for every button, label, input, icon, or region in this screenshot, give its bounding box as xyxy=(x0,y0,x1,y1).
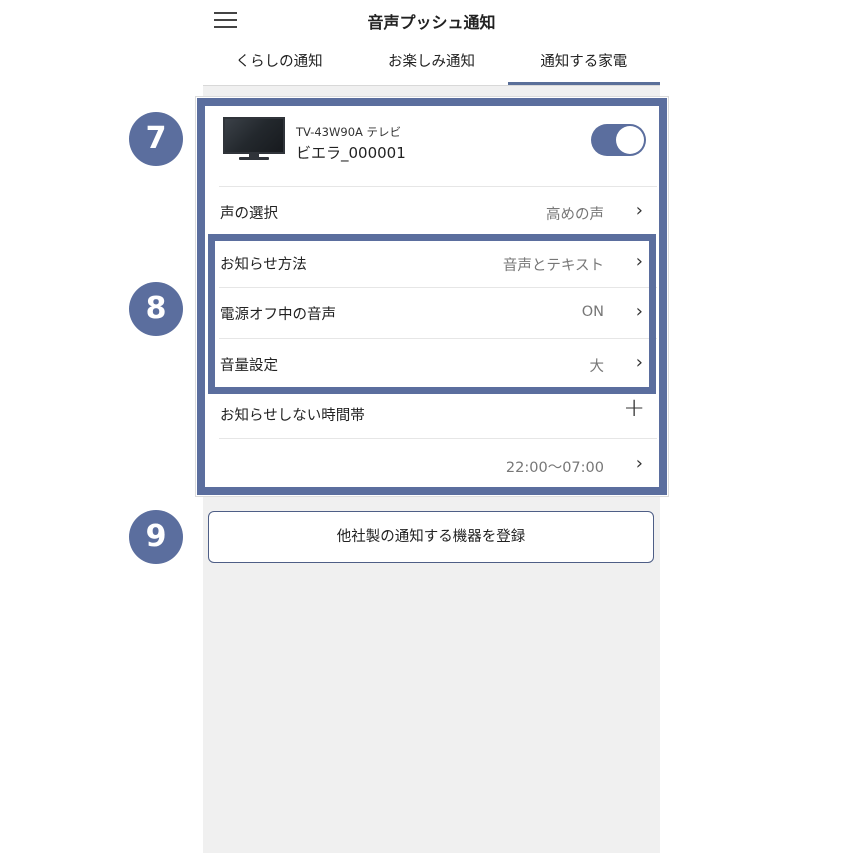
step-badge-9: 9 xyxy=(129,510,183,564)
page-title: 音声プッシュ通知 xyxy=(367,13,496,32)
step-badge-8: 8 xyxy=(129,282,183,336)
app-header: 音声プッシュ通知 くらしの通知 お楽しみ通知 通知する家電 xyxy=(203,0,661,86)
tab-bar: くらしの通知 お楽しみ通知 通知する家電 xyxy=(203,50,661,85)
highlight-frame-8 xyxy=(208,234,656,394)
step-badge-7: 7 xyxy=(129,112,183,166)
tab-fun-notifications[interactable]: お楽しみ通知 xyxy=(355,50,507,85)
tab-notifying-appliances[interactable]: 通知する家電 xyxy=(507,50,661,85)
tab-living-notifications[interactable]: くらしの通知 xyxy=(203,50,355,85)
register-other-device-button[interactable]: 他社製の通知する機器を登録 xyxy=(208,511,654,563)
